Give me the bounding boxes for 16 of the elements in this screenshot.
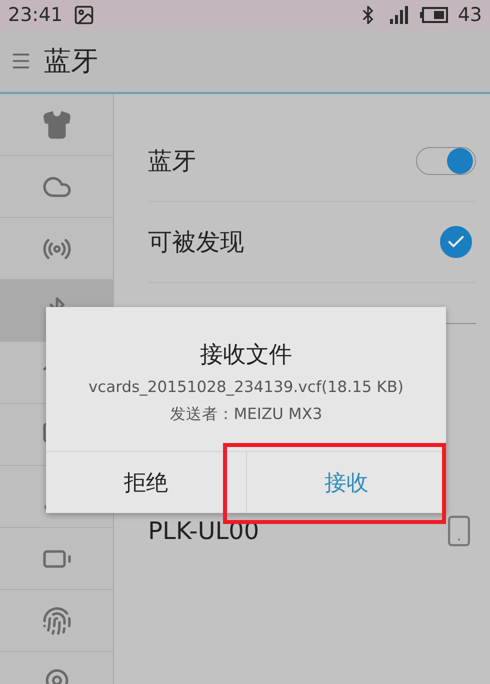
sender-text: 发送者：MEIZU MX3: [168, 404, 324, 425]
reject-button[interactable]: 拒绝: [46, 452, 246, 513]
dialog-title: 接收文件: [199, 341, 293, 370]
page-title: 蓝牙: [44, 45, 98, 79]
toggle-switch[interactable]: [416, 147, 476, 175]
image-icon: [72, 4, 95, 26]
battery-icon: [420, 7, 448, 23]
setting-label: 蓝牙: [148, 146, 196, 177]
setting-label: 可被发现: [148, 227, 244, 258]
signal-icon: [388, 5, 410, 25]
status-time: 23:41: [8, 4, 63, 26]
file-name: vcards_20151028_234139.vcf(18.15 KB): [87, 378, 405, 396]
shirt-icon: [42, 110, 72, 140]
battery-percent: 43: [458, 4, 482, 26]
fingerprint-icon: [42, 606, 72, 636]
checkbox[interactable]: [440, 226, 472, 258]
